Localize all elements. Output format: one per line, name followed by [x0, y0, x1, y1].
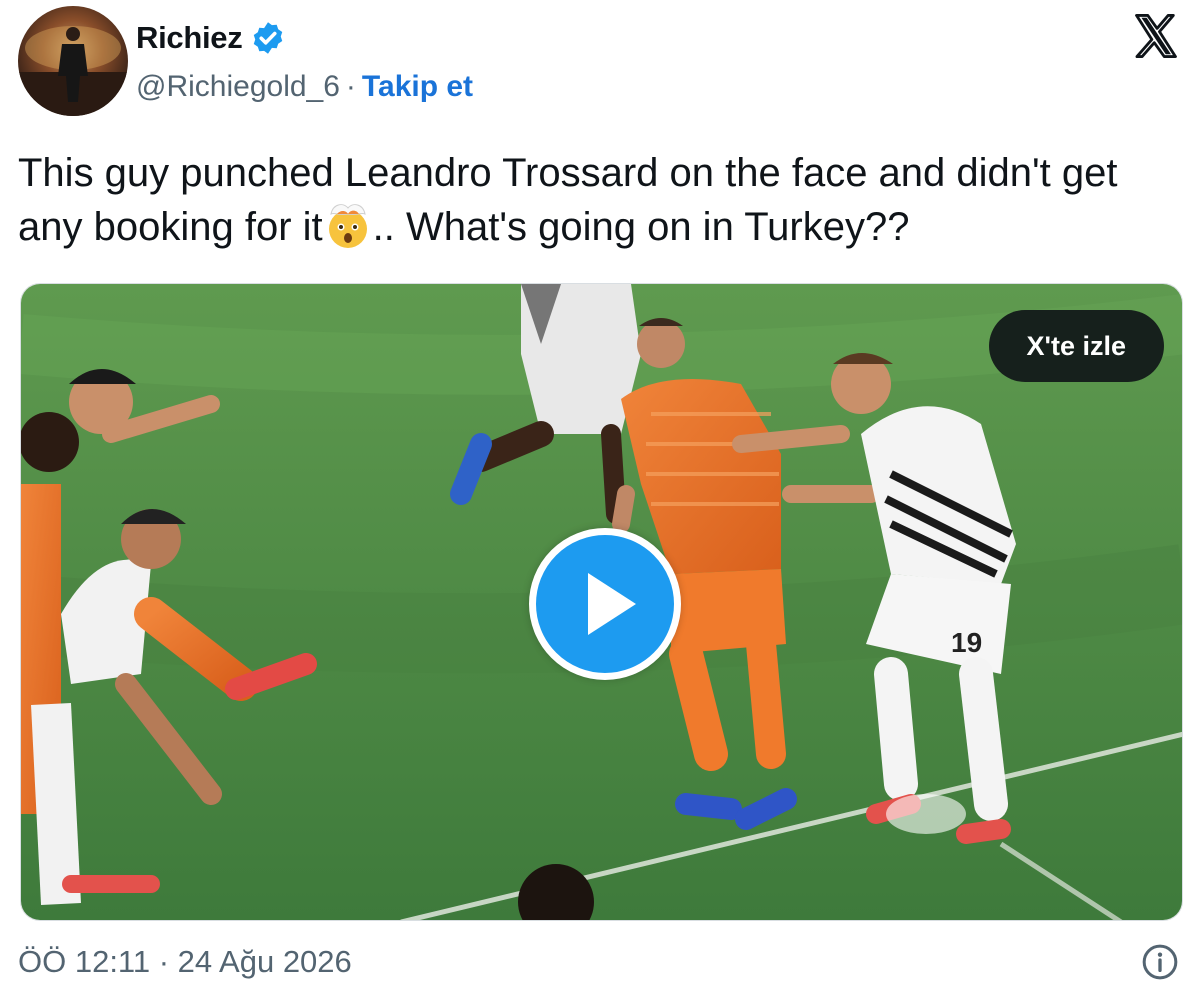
author-handle[interactable]: @Richiegold_6 [136, 70, 340, 104]
tweet-footer: ÖÖ 12:11 · 24 Ağu 2026 [18, 942, 1182, 986]
author-display-name[interactable]: Richiez [136, 20, 243, 56]
watch-on-x-button[interactable]: X'te izle [988, 310, 1164, 382]
tweet-timestamp[interactable]: ÖÖ 12:11 · 24 Ağu 2026 [18, 944, 352, 980]
info-icon[interactable] [1140, 942, 1180, 982]
verified-badge-icon [250, 20, 286, 56]
separator-dot: · [345, 70, 356, 103]
tweet-text: This guy punched Leandro Trossard on the… [18, 146, 1188, 254]
author-handle-row: @Richiegold_6 · Takip et [136, 70, 473, 104]
author-name-row: Richiez [136, 20, 286, 56]
tweet-header: Richiez @Richiegold_6 · Takip et [18, 6, 1182, 118]
jersey-number: 19 [951, 627, 982, 658]
exploding-head-emoji-icon [323, 200, 373, 250]
author-avatar[interactable] [18, 6, 128, 116]
play-button[interactable] [529, 528, 681, 680]
profile-photo [18, 26, 128, 116]
tweet-text-end: .. What's going on in Turkey?? [372, 205, 910, 249]
follow-button[interactable]: Takip et [362, 70, 473, 104]
x-logo-icon[interactable] [1130, 10, 1182, 62]
play-icon [588, 573, 636, 635]
video-player[interactable]: 19 X'te izle [20, 283, 1183, 921]
